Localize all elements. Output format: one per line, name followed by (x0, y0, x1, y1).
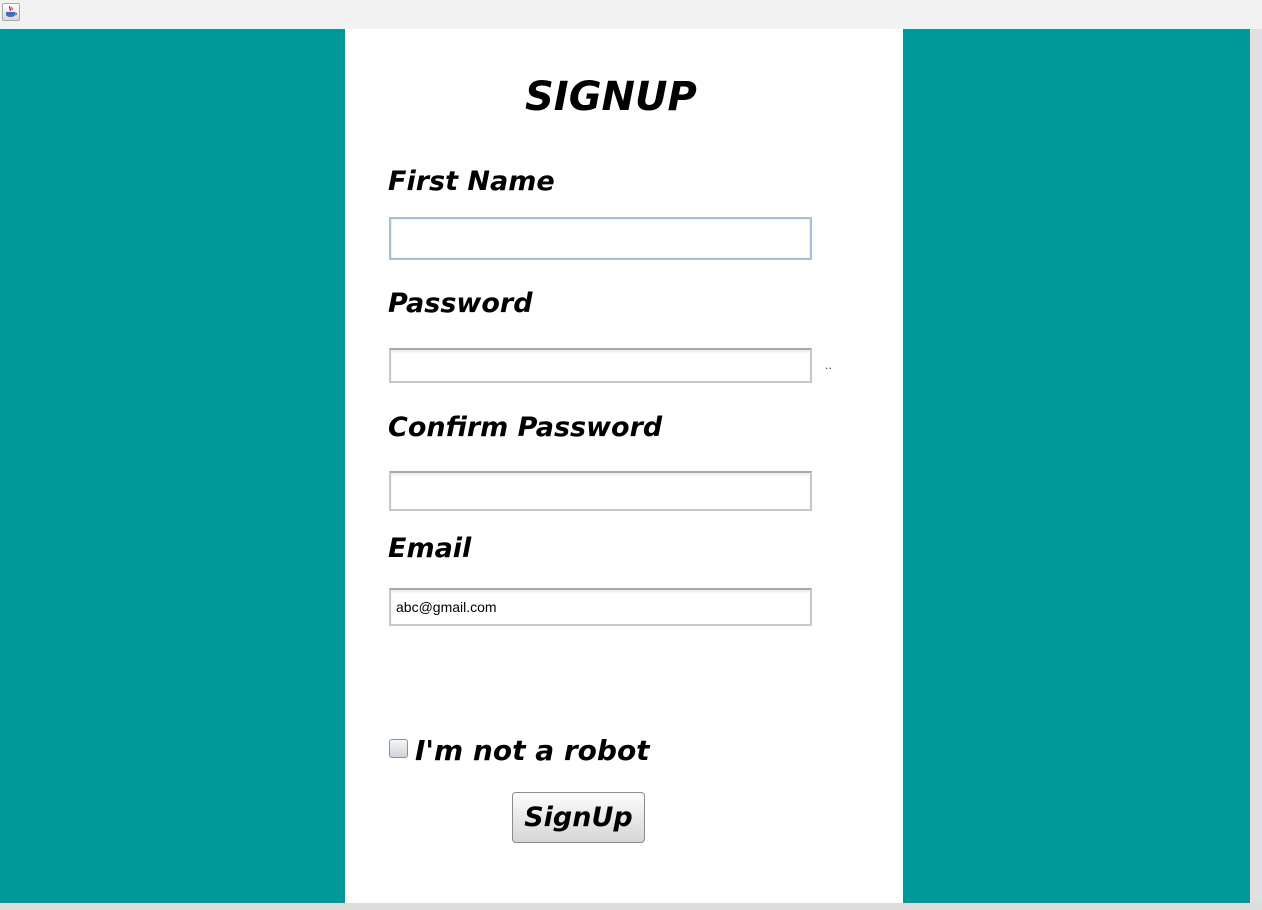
java-coffee-cup-icon[interactable] (2, 3, 20, 21)
signup-button[interactable]: SignUp (512, 792, 645, 843)
title-bar (0, 0, 1262, 29)
confirm-password-label: Confirm Password (388, 412, 663, 443)
window-edge-bottom (0, 903, 1262, 910)
window-edge (1250, 29, 1262, 910)
email-label: Email (388, 533, 472, 564)
password-input[interactable] (389, 348, 812, 383)
confirm-password-input[interactable] (389, 471, 812, 511)
email-input[interactable] (389, 588, 812, 626)
password-strength-indicator: .. (825, 359, 832, 372)
signup-panel: SIGNUP First Name Password .. Confirm Pa… (345, 29, 903, 903)
page-title: SIGNUP (525, 74, 697, 120)
password-label: Password (388, 288, 533, 319)
not-robot-checkbox[interactable] (389, 739, 408, 758)
not-robot-label: I'm not a robot (415, 734, 650, 767)
first-name-label: First Name (388, 166, 555, 197)
first-name-input[interactable] (389, 217, 812, 260)
